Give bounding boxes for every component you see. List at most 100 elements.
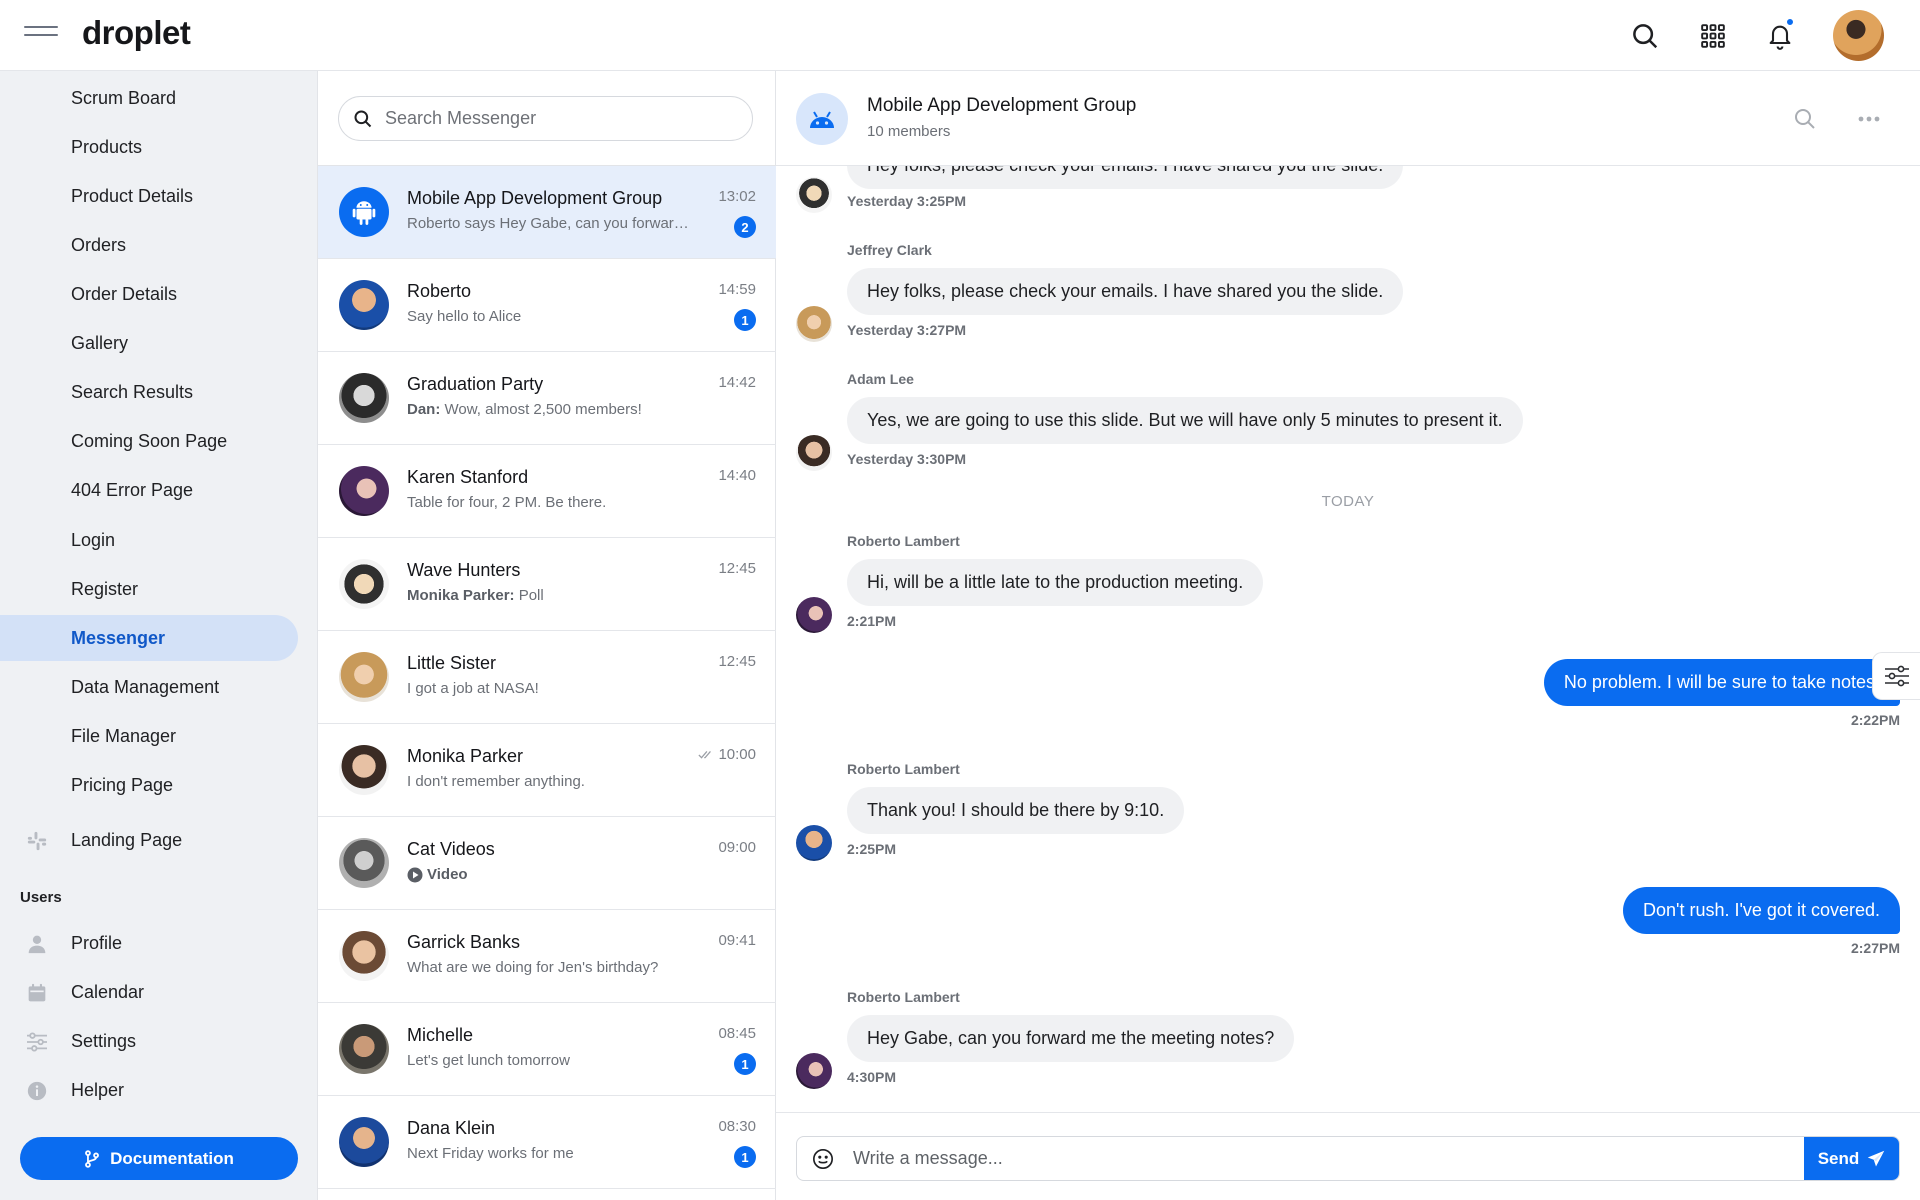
chat-title: Mobile App Development Group bbox=[867, 95, 1137, 116]
sidebar-item-label: Helper bbox=[71, 1079, 125, 1100]
conversation-item[interactable]: Garrick Banks What are we doing for Jen'… bbox=[318, 910, 776, 1003]
conversation-item[interactable]: Little Sister I got a job at NASA! 12:45 bbox=[318, 631, 776, 724]
calendar-icon bbox=[26, 982, 48, 1004]
sidebar-item-products[interactable]: Products bbox=[0, 124, 298, 170]
conversation-name: Dana Klein bbox=[407, 1118, 496, 1138]
android-avatar-icon bbox=[339, 187, 389, 237]
message-time: Yesterday 3:30PM bbox=[847, 451, 967, 467]
message-bubble: Hi, will be a little late to the product… bbox=[847, 559, 1264, 606]
conversation-preview: What are we doing for Jen's birthday? bbox=[407, 959, 659, 976]
time-text: 10:00 bbox=[718, 746, 756, 763]
app-logo[interactable]: droplet bbox=[82, 14, 191, 52]
sidebar-item-settings[interactable]: Settings bbox=[0, 1018, 298, 1064]
avatar bbox=[339, 931, 389, 981]
sidebar-item-login[interactable]: Login bbox=[0, 517, 298, 563]
menu-icon[interactable] bbox=[24, 26, 58, 46]
customizer-toggle[interactable] bbox=[1872, 652, 1920, 700]
sidebar-item-helper[interactable]: Helper bbox=[0, 1067, 298, 1113]
android-group-icon[interactable] bbox=[796, 93, 848, 145]
conversation-time: 09:00 bbox=[718, 839, 756, 856]
sidebar-item-404-error[interactable]: 404 Error Page bbox=[0, 467, 298, 513]
sidebar-item-scrum-board[interactable]: Scrum Board bbox=[0, 75, 298, 121]
conversation-item[interactable]: Mobile App Development Group Roberto say… bbox=[318, 166, 776, 259]
conversation-item[interactable]: Monika Parker I don't remember anything.… bbox=[318, 724, 776, 817]
conversation-item[interactable]: Karen Stanford Table for four, 2 PM. Be … bbox=[318, 445, 776, 538]
conversation-time: 08:30 bbox=[718, 1118, 756, 1135]
sidebar-item-profile[interactable]: Profile bbox=[0, 920, 298, 966]
sidebar-item-messenger[interactable]: Messenger bbox=[0, 615, 298, 661]
conversation-item[interactable]: Wave Hunters Monika Parker: Poll 12:45 bbox=[318, 538, 776, 631]
avatar bbox=[796, 177, 832, 213]
sidebar: Scrum Board Products Product Details Ord… bbox=[0, 71, 318, 1200]
sidebar-item-pricing-page[interactable]: Pricing Page bbox=[0, 762, 298, 808]
conversation-name: Michelle bbox=[407, 1025, 474, 1045]
conversation-preview: Dan: Wow, almost 2,500 members! bbox=[407, 401, 697, 418]
message-time: Yesterday 3:25PM bbox=[847, 193, 967, 209]
user-avatar[interactable] bbox=[1833, 10, 1884, 61]
message-time: 2:27PM bbox=[1850, 940, 1900, 956]
search-icon[interactable] bbox=[1790, 104, 1820, 134]
sidebar-item-data-management[interactable]: Data Management bbox=[0, 664, 298, 710]
unread-badge: 1 bbox=[734, 1146, 756, 1168]
conversation-preview: Let's get lunch tomorrow bbox=[407, 1052, 570, 1069]
more-options-icon[interactable] bbox=[1854, 104, 1884, 134]
search-icon[interactable] bbox=[1625, 16, 1665, 56]
search-box[interactable] bbox=[338, 96, 753, 141]
sidebar-item-calendar[interactable]: Calendar bbox=[0, 969, 298, 1015]
conversation-name: Garrick Banks bbox=[407, 932, 521, 952]
conversation-item[interactable]: Graduation Party Dan: Wow, almost 2,500 … bbox=[318, 352, 776, 445]
message-time: 2:25PM bbox=[847, 841, 897, 857]
sidebar-item-gallery[interactable]: Gallery bbox=[0, 320, 298, 366]
conversation-time: 14:59 bbox=[718, 281, 756, 298]
sidebar-item-search-results[interactable]: Search Results bbox=[0, 369, 298, 415]
sidebar-item-product-details[interactable]: Product Details bbox=[0, 173, 298, 219]
message-bubble: Hey folks, please check your emails. I h… bbox=[847, 166, 1404, 189]
avatar bbox=[339, 1117, 389, 1167]
sidebar-item-label: Calendar bbox=[71, 981, 145, 1002]
search-icon bbox=[353, 109, 373, 129]
message-input[interactable] bbox=[853, 1137, 1803, 1180]
conversation-name: Cat Videos bbox=[407, 839, 495, 859]
conversation-name: Karen Stanford bbox=[407, 467, 529, 487]
avatar bbox=[796, 435, 832, 471]
conversation-preview: Monika Parker: Poll bbox=[407, 587, 697, 604]
message-time: 2:21PM bbox=[847, 613, 897, 629]
avatar bbox=[339, 652, 389, 702]
conversation-time: 14:42 bbox=[718, 374, 756, 391]
conversation-item[interactable]: Dana Klein Next Friday works for me 08:3… bbox=[318, 1096, 776, 1189]
conversation-item[interactable]: Cat Videos Video 09:00 bbox=[318, 817, 776, 910]
conversation-time: 09:41 bbox=[718, 932, 756, 949]
avatar bbox=[339, 280, 389, 330]
apps-grid-icon[interactable] bbox=[1693, 16, 1733, 56]
message-sender: Roberto Lambert bbox=[847, 533, 960, 549]
conversation-item[interactable]: Michelle Let's get lunch tomorrow 08:45 … bbox=[318, 1003, 776, 1096]
avatar bbox=[339, 838, 389, 888]
conversation-preview: Next Friday works for me bbox=[407, 1145, 574, 1162]
sidebar-item-coming-soon[interactable]: Coming Soon Page bbox=[0, 418, 298, 464]
message-composer: Send bbox=[776, 1112, 1920, 1200]
sidebar-item-orders[interactable]: Orders bbox=[0, 222, 298, 268]
preview-author: Dan: bbox=[407, 401, 441, 418]
sidebar-item-file-manager[interactable]: File Manager bbox=[0, 713, 298, 759]
bell-icon[interactable] bbox=[1760, 16, 1800, 56]
sidebar-item-register[interactable]: Register bbox=[0, 566, 298, 612]
message-bubble-outgoing: No problem. I will be sure to take notes… bbox=[1543, 659, 1900, 706]
conversation-name: Wave Hunters bbox=[407, 560, 521, 580]
conversation-preview: I don't remember anything. bbox=[407, 773, 585, 790]
sidebar-item-landing-page[interactable]: Landing Page bbox=[0, 817, 298, 863]
conversation-item[interactable]: Roberto Say hello to Alice 14:59 1 bbox=[318, 259, 776, 352]
notification-dot bbox=[1786, 18, 1794, 26]
send-label: Send bbox=[1817, 1148, 1860, 1168]
slack-icon bbox=[26, 830, 48, 852]
conversation-preview: Say hello to Alice bbox=[407, 308, 522, 325]
documentation-button[interactable]: Documentation bbox=[20, 1137, 298, 1180]
sidebar-item-label: Settings bbox=[71, 1030, 137, 1051]
conversation-name: Mobile App Development Group bbox=[407, 188, 663, 208]
conversation-time: 14:40 bbox=[718, 467, 756, 484]
message-bubble: Hey folks, please check your emails. I h… bbox=[847, 268, 1404, 315]
search-input[interactable] bbox=[385, 108, 725, 129]
emoji-icon[interactable] bbox=[811, 1147, 835, 1171]
double-check-icon bbox=[698, 750, 714, 760]
sidebar-item-order-details[interactable]: Order Details bbox=[0, 271, 298, 317]
send-button[interactable]: Send bbox=[1804, 1137, 1899, 1180]
